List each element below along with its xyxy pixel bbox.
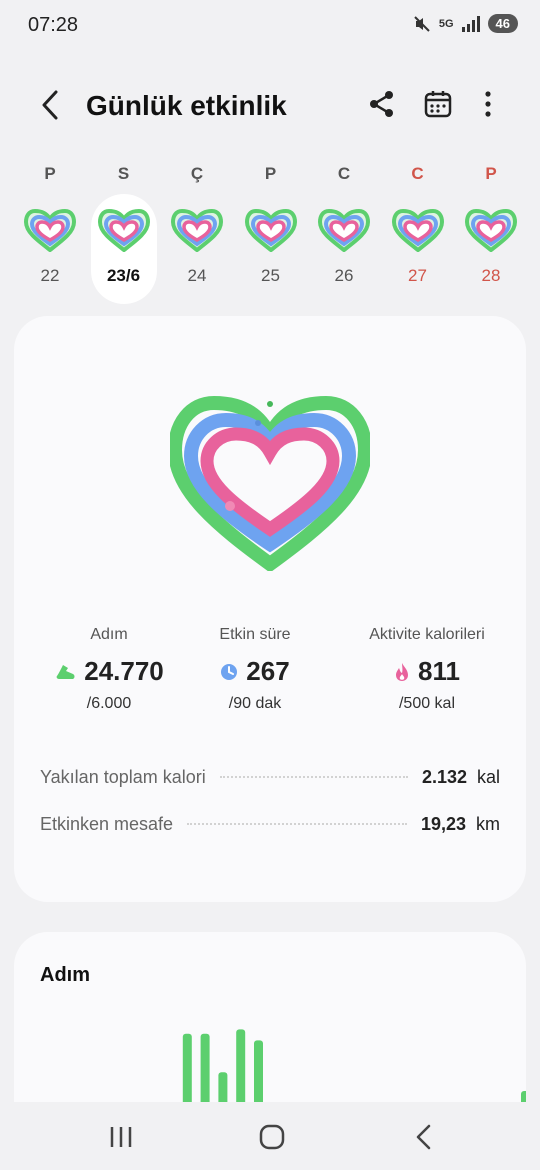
day-date: 22 (40, 266, 60, 285)
steps-bar (218, 1072, 228, 1102)
stat-calories-goal: /500 kal (398, 695, 456, 712)
day-heart-icon (171, 208, 223, 252)
total-calories-value: 2.132 (421, 766, 467, 787)
stat-calories: Aktivite kalorileri 811 /500 kal (342, 626, 512, 713)
flame-icon (396, 662, 409, 681)
day-letter: S (117, 164, 130, 183)
active-distance-unit: km (476, 813, 500, 834)
stat-steps-goal: /6.000 (86, 695, 132, 712)
dotted-leader (187, 823, 407, 825)
stat-calories-label: Aktivite kalorileri (369, 626, 485, 643)
total-calories-label: Yakılan toplam kalori (40, 766, 206, 787)
day-item[interactable]: P 25 (238, 160, 304, 305)
steps-bar (236, 1029, 246, 1102)
day-item[interactable]: C 26 (311, 160, 377, 305)
day-heart-icon (391, 208, 444, 252)
day-item[interactable]: P 28 (458, 160, 524, 305)
active-distance-label: Etkinken mesafe (40, 813, 174, 834)
system-nav-bar (0, 1102, 540, 1170)
stat-calories-value: 811 (418, 656, 460, 686)
stat-steps-label: Adım (90, 626, 128, 643)
share-icon[interactable] (366, 88, 398, 120)
stat-active-time-goal: /90 dak (228, 695, 282, 712)
network-type-icon: 5G (438, 17, 454, 30)
stat-active-time-value: 267 (246, 656, 290, 686)
stat-active-time: Etkin süre 267 /90 dak (170, 626, 340, 713)
dotted-leader (219, 776, 408, 778)
day-item[interactable]: Ç 24 (164, 160, 230, 305)
back-arrow-icon[interactable] (36, 88, 66, 122)
recent-apps-icon[interactable] (101, 1122, 141, 1152)
shoe-icon (56, 664, 75, 679)
steps-bar (254, 1040, 263, 1102)
status-bar: 07:28 5G 46 (0, 0, 540, 52)
total-calories-row: Yakılan toplam kalori 2.132 kal (40, 762, 500, 792)
day-heart-icon (24, 208, 76, 252)
steps-bar (521, 1091, 526, 1102)
app-bar: Günlük etkinlik (0, 70, 540, 140)
day-date: 24 (187, 266, 207, 285)
day-heart-icon (465, 208, 517, 252)
day-item[interactable]: C 27 (385, 160, 451, 305)
day-letter: P (485, 164, 497, 183)
active-distance-row: Etkinken mesafe 19,23 km (40, 809, 500, 839)
day-heart-icon (244, 208, 297, 252)
clock-icon (221, 663, 238, 680)
home-icon[interactable] (252, 1122, 292, 1152)
active-distance-value: 19,23 (420, 813, 466, 834)
day-date: 26 (334, 266, 354, 285)
day-letter: P (264, 164, 277, 183)
day-letter: C (337, 164, 351, 183)
stat-steps: Adım 24.770 /6.000 (24, 626, 194, 713)
day-item[interactable]: P 22 (17, 160, 83, 305)
stat-active-time-label: Etkin süre (219, 626, 291, 643)
calendar-icon[interactable] (422, 88, 454, 120)
steps-card[interactable]: Adım (14, 932, 526, 1102)
steps-bar-chart (182, 1029, 526, 1102)
day-date: 23/6 (106, 266, 141, 285)
activity-heart-rings-icon (170, 396, 370, 571)
week-strip: P 22 S 23/6 Ç 24 P 25 C 26 C 27 P 28 (0, 160, 540, 310)
day-date: 28 (481, 266, 501, 285)
day-heart-icon (97, 208, 150, 252)
status-time: 07:28 (28, 14, 79, 36)
steps-bar (182, 1033, 192, 1102)
battery-icon: 46 (487, 14, 518, 33)
steps-bar (200, 1033, 210, 1102)
day-item[interactable]: S 23/6 (90, 164, 157, 304)
activity-summary-card[interactable]: Adım 24.770 /6.000 Etkin süre 267 /90 da… (14, 316, 526, 902)
stat-steps-value: 24.770 (84, 656, 164, 686)
mute-icon (414, 15, 430, 32)
total-calories-unit: kal (476, 766, 500, 787)
nav-back-icon[interactable] (404, 1122, 444, 1152)
page-title: Günlük etkinlik (86, 90, 287, 121)
day-date: 25 (261, 266, 280, 285)
day-heart-icon (318, 208, 370, 252)
day-date: 27 (408, 266, 427, 285)
signal-icon (461, 15, 480, 32)
day-letter: Ç (190, 164, 204, 183)
more-vert-icon[interactable] (472, 88, 504, 120)
status-icons: 5G 46 (413, 14, 518, 33)
day-letter: P (44, 164, 56, 183)
day-letter: C (411, 164, 424, 183)
